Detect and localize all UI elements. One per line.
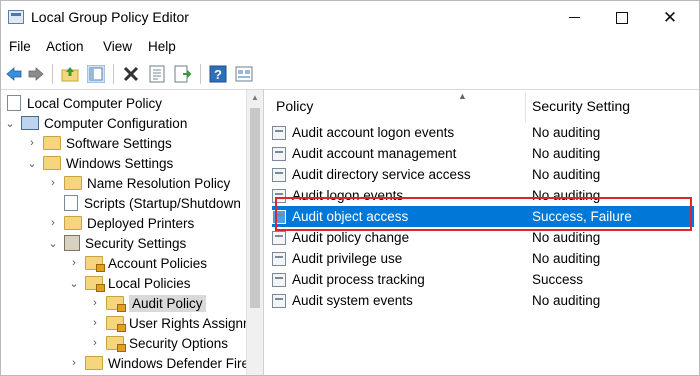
tree-item-deployed-printers[interactable]: › Deployed Printers	[46, 213, 194, 233]
tree-item-software-settings[interactable]: › Software Settings	[25, 133, 172, 153]
chevron-down-icon[interactable]: ⌄	[3, 117, 17, 130]
chevron-right-icon[interactable]: ›	[88, 297, 102, 309]
policy-row[interactable]: Audit process tracking Success	[272, 269, 694, 290]
policy-item-icon	[272, 272, 286, 287]
policy-row[interactable]: Audit account logon events No auditing	[272, 122, 694, 143]
tree-item-local-policies[interactable]: ⌄ Local Policies	[67, 273, 191, 293]
tree-item-audit-policy[interactable]: › Audit Policy	[88, 293, 206, 313]
forward-icon[interactable]	[27, 65, 45, 83]
svg-text:?: ?	[214, 67, 222, 82]
tree-item-computer-configuration[interactable]: ⌄ Computer Configuration	[3, 113, 187, 133]
show-hide-tree-icon[interactable]	[87, 65, 105, 83]
locked-folder-icon	[106, 336, 126, 352]
menu-action[interactable]: Action	[46, 39, 84, 54]
policy-row-selected[interactable]: Audit object access Success, Failure	[272, 206, 694, 227]
tree-item-local-computer-policy[interactable]: Local Computer Policy	[3, 93, 162, 113]
close-icon: ✕	[662, 8, 678, 27]
menu-file[interactable]: File	[9, 39, 31, 54]
folder-icon	[85, 356, 103, 370]
menu-help[interactable]: Help	[148, 39, 176, 54]
policy-item-icon	[272, 293, 286, 308]
chevron-right-icon[interactable]: ›	[67, 257, 81, 269]
locked-folder-icon	[85, 256, 105, 272]
policy-item-icon	[272, 251, 286, 266]
policy-row[interactable]: Audit logon events No auditing	[272, 185, 694, 206]
tree-item-scripts[interactable]: Scripts (Startup/Shutdown	[46, 193, 241, 213]
chevron-down-icon[interactable]: ⌄	[46, 237, 60, 250]
locked-folder-icon	[85, 276, 105, 292]
policy-icon	[7, 95, 21, 111]
help-icon[interactable]: ?	[209, 65, 227, 83]
tree-item-account-policies[interactable]: › Account Policies	[67, 253, 207, 273]
column-divider[interactable]	[525, 92, 526, 122]
policy-item-icon	[272, 188, 286, 203]
title-bar: Local Group Policy Editor ✕	[1, 1, 699, 34]
toolbar: ?	[1, 59, 699, 90]
policy-row[interactable]: Audit account management No auditing	[272, 143, 694, 164]
policy-row[interactable]: Audit policy change No auditing	[272, 227, 694, 248]
chevron-right-icon[interactable]: ›	[46, 177, 60, 189]
policy-item-icon	[272, 167, 286, 182]
tree-item-security-settings[interactable]: ⌄ Security Settings	[46, 233, 186, 253]
tree-item-user-rights-assignment[interactable]: › User Rights Assignr	[88, 313, 248, 333]
column-header-security-setting[interactable]: Security Setting	[532, 90, 630, 122]
toolbar-separator	[113, 64, 114, 84]
delete-icon[interactable]	[122, 65, 140, 83]
folder-icon	[64, 176, 82, 190]
export-icon[interactable]	[174, 65, 192, 83]
folder-icon	[64, 216, 82, 230]
tree-item-name-resolution-policy[interactable]: › Name Resolution Policy	[46, 173, 230, 193]
policy-item-icon	[272, 146, 286, 161]
tree-pane: Local Computer Policy ⌄ Computer Configu…	[1, 90, 264, 375]
sort-caret-icon: ▲	[458, 91, 467, 101]
folder-icon	[43, 156, 61, 170]
group-policy-editor-window: Local Group Policy Editor ✕ File Action …	[0, 0, 700, 376]
folder-icon	[43, 136, 61, 150]
menu-view[interactable]: View	[103, 39, 132, 54]
chevron-right-icon[interactable]: ›	[25, 137, 39, 149]
chevron-down-icon[interactable]: ⌄	[25, 157, 39, 170]
security-settings-icon	[64, 235, 80, 251]
app-icon	[8, 10, 24, 24]
scroll-up-icon[interactable]: ▲	[251, 93, 259, 102]
policy-row[interactable]: Audit privilege use No auditing	[272, 248, 694, 269]
chevron-right-icon[interactable]: ›	[67, 357, 81, 369]
policy-item-icon	[272, 230, 286, 245]
details-pane: Policy ▲ Security Setting Audit account …	[264, 90, 699, 375]
minimize-button[interactable]	[551, 1, 597, 34]
properties-icon[interactable]	[148, 65, 166, 83]
back-icon[interactable]	[5, 65, 23, 83]
locked-folder-icon	[106, 296, 126, 312]
minimize-icon	[568, 17, 580, 18]
menu-bar: File Action View Help	[1, 34, 699, 59]
scrollbar-thumb[interactable]	[250, 108, 260, 308]
policy-row[interactable]: Audit system events No auditing	[272, 290, 694, 311]
close-button[interactable]: ✕	[647, 1, 693, 34]
chevron-right-icon[interactable]: ›	[46, 217, 60, 229]
toolbar-separator	[200, 64, 201, 84]
maximize-button[interactable]	[599, 1, 645, 34]
toolbar-separator	[52, 64, 53, 84]
policy-item-icon	[272, 209, 286, 224]
filter-icon[interactable]	[235, 65, 253, 83]
tree-scrollbar[interactable]: ▲	[246, 90, 263, 375]
chevron-right-icon[interactable]: ›	[88, 317, 102, 329]
chevron-down-icon[interactable]: ⌄	[67, 277, 81, 290]
tree-item-windows-settings[interactable]: ⌄ Windows Settings	[25, 153, 173, 173]
scripts-icon	[64, 195, 78, 211]
tree-item-windows-defender-firewall[interactable]: › Windows Defender Fire	[67, 353, 249, 373]
locked-folder-icon	[106, 316, 126, 332]
window-title: Local Group Policy Editor	[31, 9, 189, 25]
tree-item-security-options[interactable]: › Security Options	[88, 333, 228, 353]
up-folder-icon[interactable]	[61, 65, 79, 83]
maximize-icon	[616, 11, 628, 24]
policy-row[interactable]: Audit directory service access No auditi…	[272, 164, 694, 185]
computer-icon	[21, 116, 39, 130]
policy-item-icon	[272, 125, 286, 140]
column-header-policy[interactable]: Policy	[276, 90, 313, 122]
chevron-right-icon[interactable]: ›	[88, 337, 102, 349]
